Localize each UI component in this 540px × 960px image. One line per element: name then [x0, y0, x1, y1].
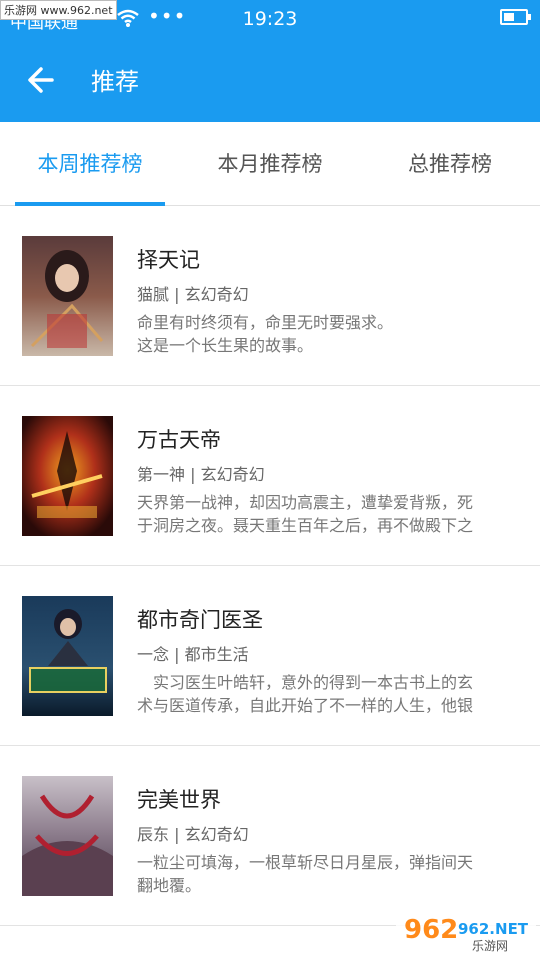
site-watermark-logo: 962 962.NET 乐游网	[396, 908, 536, 956]
book-author-genre: 辰东 | 玄幻奇幻	[137, 825, 249, 844]
book-description: 一粒尘可填海，一根草斩尽日月星辰，弹指间天 翻地覆。	[137, 853, 474, 895]
book-title: 万古天帝	[137, 428, 221, 452]
book-description: 实习医生叶皓轩，意外的得到一本古书上的玄 术与医道传承，自此开始了不一样的人生，…	[137, 673, 474, 715]
book-item[interactable]: 择天记 猫腻 | 玄幻奇幻 命里有时终须有，命里无时要强求。 这是一个长生果的故…	[0, 206, 540, 386]
book-cover-image	[22, 236, 113, 356]
book-description: 天界第一战神，却因功高震主，遭挚爱背叛，死 于洞房之夜。聂天重生百年之后，再不做…	[137, 493, 474, 535]
ranking-tabs: 本周推荐榜 本月推荐榜 总推荐榜	[0, 122, 540, 206]
book-title: 完美世界	[137, 788, 221, 812]
battery-icon	[500, 9, 531, 25]
back-arrow-icon[interactable]	[22, 60, 62, 100]
book-item[interactable]: 都市奇门医圣 一念 | 都市生活 实习医生叶皓轩，意外的得到一本古书上的玄 术与…	[0, 566, 540, 746]
book-author-genre: 一念 | 都市生活	[137, 645, 249, 664]
tab-weekly[interactable]: 本周推荐榜	[0, 122, 180, 206]
book-author-genre: 猫腻 | 玄幻奇幻	[137, 285, 249, 304]
book-author-genre: 第一神 | 玄幻奇幻	[137, 465, 265, 484]
tab-monthly[interactable]: 本月推荐榜	[180, 122, 360, 206]
book-title: 都市奇门医圣	[137, 608, 263, 632]
book-list: 择天记 猫腻 | 玄幻奇幻 命里有时终须有，命里无时要强求。 这是一个长生果的故…	[0, 206, 540, 926]
book-description: 命里有时终须有，命里无时要强求。 这是一个长生果的故事。	[137, 313, 394, 355]
book-item[interactable]: 万古天帝 第一神 | 玄幻奇幻 天界第一战神，却因功高震主，遭挚爱背叛，死 于洞…	[0, 386, 540, 566]
book-title: 择天记	[137, 248, 200, 272]
book-cover-image	[22, 776, 113, 896]
book-item[interactable]: 完美世界 辰东 | 玄幻奇幻 一粒尘可填海，一根草斩尽日月星辰，弹指间天 翻地覆…	[0, 746, 540, 926]
book-cover-image	[22, 416, 113, 536]
page-title: 推荐	[91, 68, 139, 96]
app-bar: 推荐	[0, 38, 540, 122]
watermark-sub: 乐游网	[472, 939, 508, 953]
tab-total[interactable]: 总推荐榜	[360, 122, 540, 206]
watermark-label: 乐游网 www.962.net	[0, 0, 117, 20]
svg-text:962: 962	[404, 915, 458, 945]
book-cover-image	[22, 596, 113, 716]
watermark-brand: 962.NET	[458, 920, 529, 938]
